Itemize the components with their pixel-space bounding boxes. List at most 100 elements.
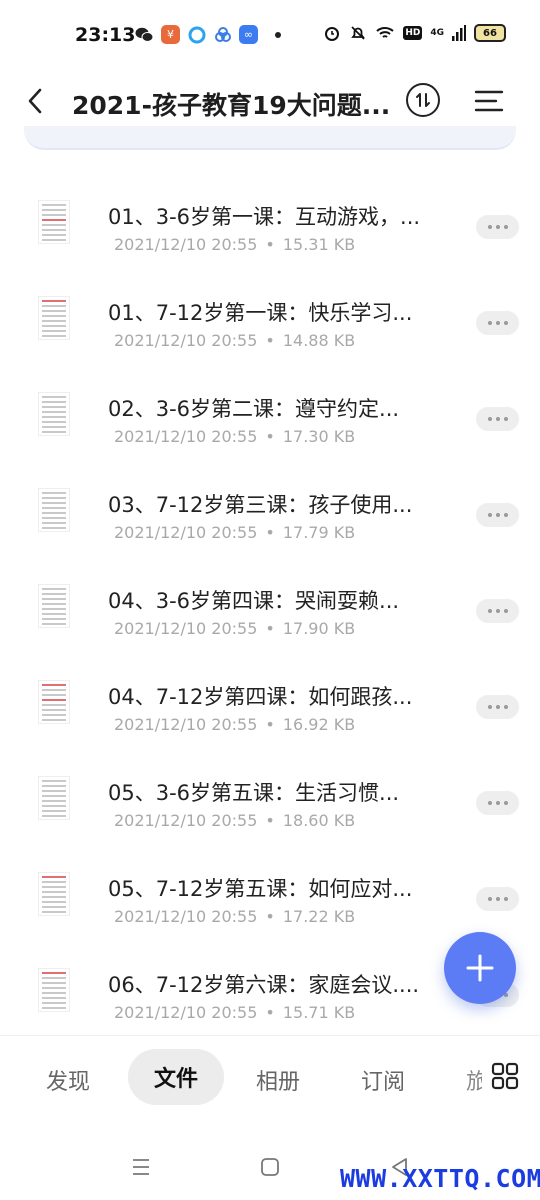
file-size: 17.30 KB <box>282 427 356 446</box>
search-bar-edge <box>24 126 516 150</box>
meta-separator: • <box>265 715 275 734</box>
more-options-button[interactable] <box>476 215 519 239</box>
document-thumbnail-icon <box>38 392 70 436</box>
file-meta: 2021/12/10 20:55 • 17.90 KB <box>114 619 355 638</box>
plus-icon <box>466 954 494 982</box>
file-name: 05、7-12岁第五课：如何应对... <box>108 877 413 901</box>
file-size: 17.22 KB <box>282 907 356 926</box>
signal-icon <box>452 25 466 41</box>
grid-icon <box>491 1062 519 1090</box>
file-row-4[interactable]: 03、7-12岁第三课：孩子使用... 2021/12/10 20:55 • 17.… <box>0 456 540 552</box>
file-date: 2021/12/10 20:55 <box>114 235 258 254</box>
status-right: HD 4G 66 <box>323 24 506 42</box>
notification-icons: ¥ ∞ <box>135 25 281 44</box>
meta-separator: • <box>265 1003 275 1022</box>
page-title: 2021-孩子教育19大问题... <box>72 91 391 120</box>
file-date: 2021/12/10 20:55 <box>114 811 258 830</box>
chevron-left-icon <box>28 88 42 114</box>
file-size: 15.31 KB <box>282 235 356 254</box>
file-date: 2021/12/10 20:55 <box>114 427 258 446</box>
add-button[interactable] <box>444 932 516 1004</box>
back-button[interactable] <box>18 84 52 118</box>
tab-album[interactable]: 相册 <box>256 1064 300 1096</box>
document-thumbnail-icon <box>38 872 70 916</box>
file-date: 2021/12/10 20:55 <box>114 907 258 926</box>
document-thumbnail-icon <box>38 968 70 1012</box>
mute-bell-icon <box>351 26 366 40</box>
file-size: 18.60 KB <box>282 811 356 830</box>
file-meta: 2021/12/10 20:55 • 17.22 KB <box>114 907 355 926</box>
file-date: 2021/12/10 20:55 <box>114 1003 258 1022</box>
more-options-button[interactable] <box>476 791 519 815</box>
file-name: 03、7-12岁第三课：孩子使用... <box>108 493 413 517</box>
app-icon: ¥ <box>161 25 180 44</box>
tab-discover[interactable]: 发现 <box>46 1064 90 1096</box>
more-options-button[interactable] <box>476 311 519 335</box>
file-name: 01、7-12岁第一课：快乐学习... <box>108 301 413 325</box>
sort-button[interactable] <box>406 83 440 117</box>
file-size: 14.88 KB <box>282 331 356 350</box>
baidu-cloud-icon: ∞ <box>239 25 258 44</box>
file-row-5[interactable]: 04、3-6岁第四课：哭闹耍赖... 2021/12/10 20:55 • 17.9… <box>0 552 540 648</box>
file-size: 15.71 KB <box>282 1003 356 1022</box>
more-options-button[interactable] <box>476 503 519 527</box>
file-date: 2021/12/10 20:55 <box>114 523 258 542</box>
file-row-2[interactable]: 01、7-12岁第一课：快乐学习... 2021/12/10 20:55 • 14.… <box>0 264 540 360</box>
file-size: 16.92 KB <box>282 715 356 734</box>
more-options-button[interactable] <box>476 407 519 431</box>
file-date: 2021/12/10 20:55 <box>114 619 258 638</box>
recent-apps-icon[interactable] <box>131 1158 151 1176</box>
file-meta: 2021/12/10 20:55 • 15.31 KB <box>114 235 355 254</box>
app-header: 2021-孩子教育19大问题... <box>0 72 540 132</box>
grid-button[interactable] <box>490 1061 524 1095</box>
file-row-6[interactable]: 04、7-12岁第四课：如何跟孩... 2021/12/10 20:55 • 16.… <box>0 648 540 744</box>
document-thumbnail-icon <box>38 776 70 820</box>
meta-separator: • <box>265 235 275 254</box>
document-thumbnail-icon <box>38 488 70 532</box>
file-name: 01、3-6岁第一课：互动游戏，... <box>108 205 421 229</box>
menu-icon <box>474 90 504 112</box>
file-row-1[interactable]: 01、3-6岁第一课：互动游戏，... 2021/12/10 20:55 • 15.… <box>0 168 540 264</box>
file-meta: 2021/12/10 20:55 • 16.92 KB <box>114 715 355 734</box>
meta-separator: • <box>265 907 275 926</box>
wifi-icon <box>376 27 394 38</box>
wechat-icon <box>135 25 154 44</box>
network-type: 4G <box>430 28 444 38</box>
file-meta: 2021/12/10 20:55 • 17.30 KB <box>114 427 355 446</box>
status-bar: 23:13 ¥ ∞ HD 4G 66 <box>0 0 540 72</box>
home-icon[interactable] <box>260 1157 280 1177</box>
file-meta: 2021/12/10 20:55 • 14.88 KB <box>114 331 355 350</box>
file-name: 02、3-6岁第二课：遵守约定... <box>108 397 400 421</box>
more-options-button[interactable] <box>476 887 519 911</box>
meta-separator: • <box>265 811 275 830</box>
tab-partial[interactable]: 旅 <box>466 1064 482 1096</box>
tab-subscribe[interactable]: 订阅 <box>361 1064 405 1096</box>
hd-badge: HD <box>403 26 423 40</box>
document-thumbnail-icon <box>38 680 70 724</box>
battery-indicator: 66 <box>474 24 506 42</box>
bottom-nav: 发现 文件 相册 订阅 旅 <box>0 1035 540 1126</box>
more-options-button[interactable] <box>476 599 519 623</box>
alarm-icon <box>325 27 340 41</box>
document-thumbnail-icon <box>38 584 70 628</box>
more-options-button[interactable] <box>476 695 519 719</box>
file-name: 04、3-6岁第四课：哭闹耍赖... <box>108 589 400 613</box>
file-meta: 2021/12/10 20:55 • 18.60 KB <box>114 811 355 830</box>
file-row-8[interactable]: 05、7-12岁第五课：如何应对... 2021/12/10 20:55 • 17.… <box>0 840 540 936</box>
cloud-icon <box>213 25 232 44</box>
meta-separator: • <box>265 523 275 542</box>
file-name: 06、7-12岁第六课：家庭会议.... <box>108 973 420 997</box>
meta-separator: • <box>265 331 275 350</box>
menu-button[interactable] <box>474 86 504 116</box>
file-meta: 2021/12/10 20:55 • 17.79 KB <box>114 523 355 542</box>
tab-files[interactable]: 文件 <box>128 1049 224 1105</box>
file-name: 04、7-12岁第四课：如何跟孩... <box>108 685 413 709</box>
document-thumbnail-icon <box>38 200 70 244</box>
file-list: 01、3-6岁第一课：互动游戏，... 2021/12/10 20:55 • 15.… <box>0 168 540 1032</box>
browser-icon <box>187 25 206 44</box>
meta-separator: • <box>265 619 275 638</box>
file-size: 17.90 KB <box>282 619 356 638</box>
file-row-7[interactable]: 05、3-6岁第五课：生活习惯... 2021/12/10 20:55 • 18.6… <box>0 744 540 840</box>
watermark: WWW.XXTTQ.COM <box>340 1164 540 1193</box>
file-row-3[interactable]: 02、3-6岁第二课：遵守约定... 2021/12/10 20:55 • 17.3… <box>0 360 540 456</box>
